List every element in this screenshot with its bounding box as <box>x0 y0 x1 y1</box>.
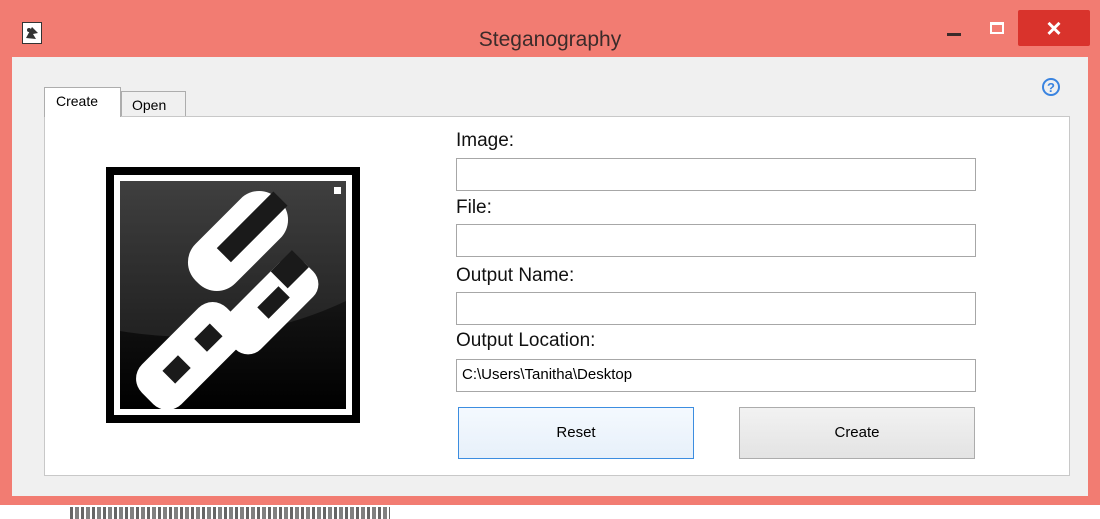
help-icon[interactable]: ? <box>1042 78 1060 96</box>
minimize-button[interactable] <box>938 10 970 46</box>
close-button[interactable]: × <box>1018 10 1090 46</box>
maximize-icon <box>990 22 1004 34</box>
window-title: Steganography <box>478 28 622 51</box>
app-window: Steganography × ? Create Open Image: Fil… <box>0 0 1100 505</box>
reset-button[interactable]: Reset <box>458 407 694 459</box>
image-field[interactable] <box>456 158 976 191</box>
background-text-fragment <box>70 507 390 519</box>
output-location-field[interactable]: C:\Users\Tanitha\Desktop <box>456 359 976 392</box>
image-label: Image: <box>456 130 515 151</box>
cpb-logo-icon <box>120 181 346 409</box>
file-field[interactable] <box>456 224 976 257</box>
client-area: ? Create Open Image: File: Output Name: … <box>12 57 1088 496</box>
output-location-label: Output Location: <box>456 330 596 351</box>
cpb-logo-image <box>106 167 360 423</box>
file-label: File: <box>456 197 492 218</box>
create-button[interactable]: Create <box>739 407 975 459</box>
output-name-field[interactable] <box>456 292 976 325</box>
title-bar[interactable]: Steganography × <box>0 0 1100 56</box>
tab-open[interactable]: Open <box>121 91 186 117</box>
tab-create[interactable]: Create <box>44 87 121 117</box>
close-icon: × <box>1046 13 1062 43</box>
minimize-icon <box>947 33 961 36</box>
maximize-button[interactable] <box>980 10 1014 46</box>
output-name-label: Output Name: <box>456 265 575 286</box>
